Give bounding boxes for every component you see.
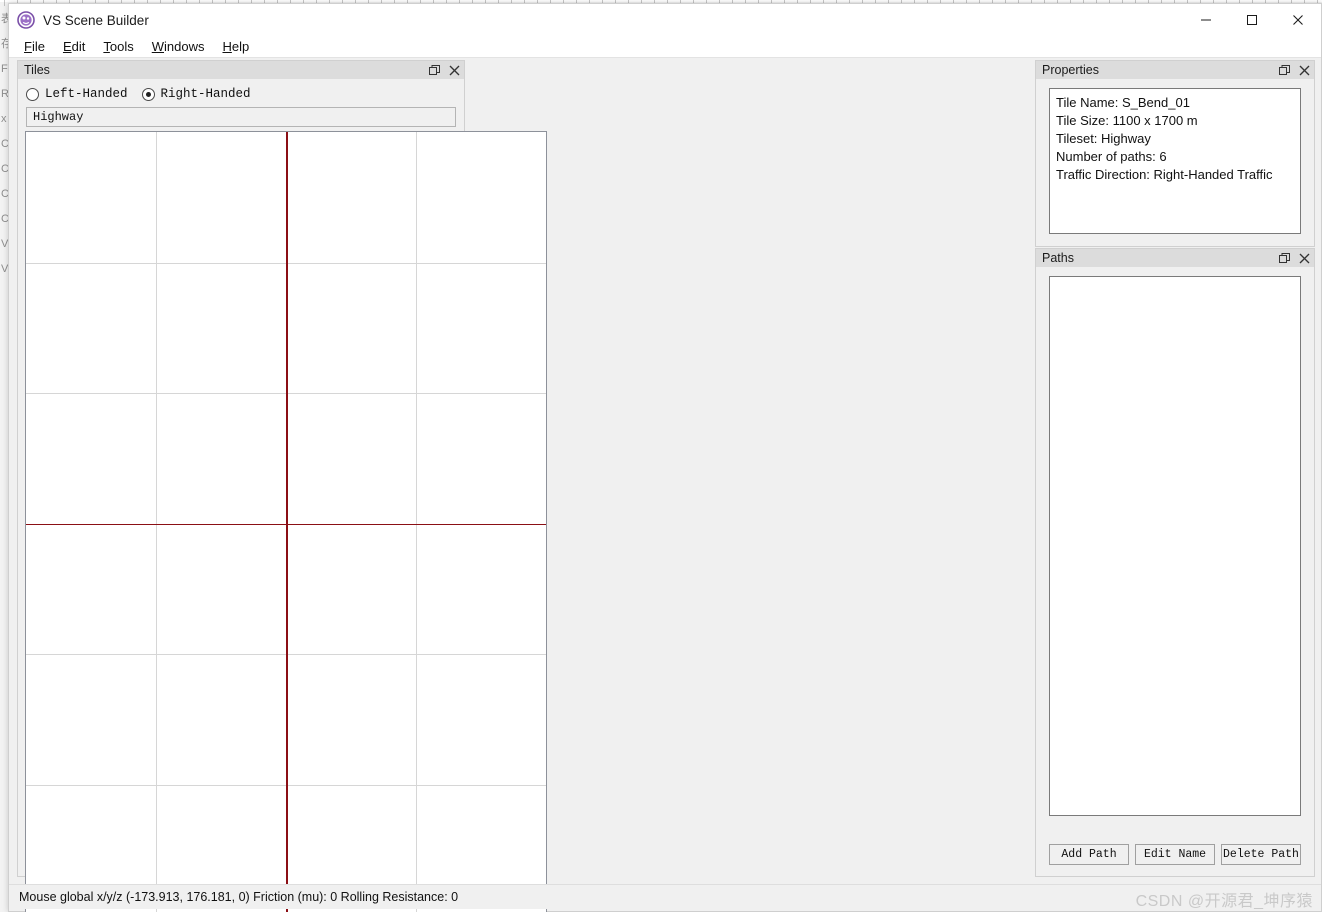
properties-panel-body: Tile Name: S_Bend_01 Tile Size: 1100 x 17…	[1035, 79, 1315, 247]
status-text: Mouse global x/y/z (-173.913, 176.181, 0…	[19, 890, 459, 904]
menu-item-help[interactable]: Help	[213, 37, 258, 56]
handedness-radio-group: Left-Handed Right-Handed	[18, 79, 464, 107]
radio-left-handed-dot	[26, 87, 39, 101]
property-line: Tile Size: 1100 x 1700 m	[1056, 113, 1198, 128]
maximize-button[interactable]	[1229, 4, 1275, 36]
menu-item-windows[interactable]: Windows	[143, 37, 214, 56]
radio-right-handed[interactable]: Right-Handed	[141, 87, 251, 101]
status-bar: Mouse global x/y/z (-173.913, 176.181, 0…	[9, 884, 1321, 910]
properties-panel-header: Properties	[1035, 60, 1315, 79]
watermark: CSDN @开源君_坤序猿	[1135, 893, 1313, 910]
paths-panel-title: Paths	[1042, 251, 1074, 265]
tiles-panel-header: Tiles	[17, 60, 465, 79]
scene-canvas-panel	[9, 58, 569, 912]
add-path-button[interactable]: Add Path	[1049, 844, 1129, 865]
grid-line-vertical	[416, 132, 417, 912]
properties-readout: Tile Name: S_Bend_01 Tile Size: 1100 x 17…	[1049, 88, 1301, 234]
radio-right-handed-dot	[141, 87, 155, 101]
properties-panel-title: Properties	[1042, 63, 1099, 77]
delete-path-button[interactable]: Delete Path	[1221, 844, 1301, 865]
radio-right-handed-label: Right-Handed	[160, 87, 251, 101]
menu-item-file[interactable]: File	[15, 37, 54, 56]
tiles-panel-title: Tiles	[24, 63, 50, 77]
scene-grid[interactable]	[25, 131, 547, 912]
float-icon[interactable]	[424, 61, 444, 80]
window-controls	[1183, 4, 1321, 36]
close-icon[interactable]	[1294, 61, 1314, 80]
property-line: Traffic Direction: Right-Handed Traffic	[1056, 167, 1273, 182]
property-line: Tile Name: S_Bend_01	[1056, 95, 1190, 110]
radio-left-handed[interactable]: Left-Handed	[26, 87, 128, 101]
property-line: Number of paths: 6	[1056, 149, 1167, 164]
close-button[interactable]	[1275, 4, 1321, 36]
menu-item-edit[interactable]: Edit	[54, 37, 94, 56]
app-logo-icon	[17, 11, 35, 29]
paths-list[interactable]	[1049, 276, 1301, 816]
property-line: Tileset: Highway	[1056, 131, 1151, 146]
properties-panel: Properties Tile Name: S_Bend_01 Tile Size…	[1035, 60, 1315, 247]
screen: 表存FRxCCCCVV VS Scene Builder File Edit T…	[0, 0, 1322, 912]
paths-panel: Paths Add Path Edit Name Delete Path	[1035, 248, 1315, 877]
close-icon[interactable]	[1294, 249, 1314, 268]
axis-line-vertical	[286, 132, 288, 912]
work-area: Tiles Left-Handed Right-Handed Highway P…	[9, 58, 1321, 912]
grid-line-vertical	[156, 132, 157, 912]
float-icon[interactable]	[1274, 61, 1294, 80]
paths-panel-body: Add Path Edit Name Delete Path	[1035, 267, 1315, 877]
section-header-highway[interactable]: Highway	[26, 107, 456, 127]
paths-panel-header: Paths	[1035, 248, 1315, 267]
minimize-button[interactable]	[1183, 4, 1229, 36]
edit-name-button[interactable]: Edit Name	[1135, 844, 1215, 865]
menu-item-tools[interactable]: Tools	[94, 37, 142, 56]
paths-button-row: Add Path Edit Name Delete Path	[1049, 844, 1301, 865]
close-icon[interactable]	[444, 61, 464, 80]
window-title: VS Scene Builder	[43, 12, 149, 28]
title-bar: VS Scene Builder	[9, 4, 1321, 36]
axis-line-horizontal	[26, 523, 546, 525]
float-icon[interactable]	[1274, 249, 1294, 268]
radio-left-handed-label: Left-Handed	[45, 87, 128, 101]
app-window: VS Scene Builder File Edit Tools Windows Hel…	[8, 3, 1322, 912]
menu-bar: File Edit Tools Windows Help	[9, 36, 1321, 58]
